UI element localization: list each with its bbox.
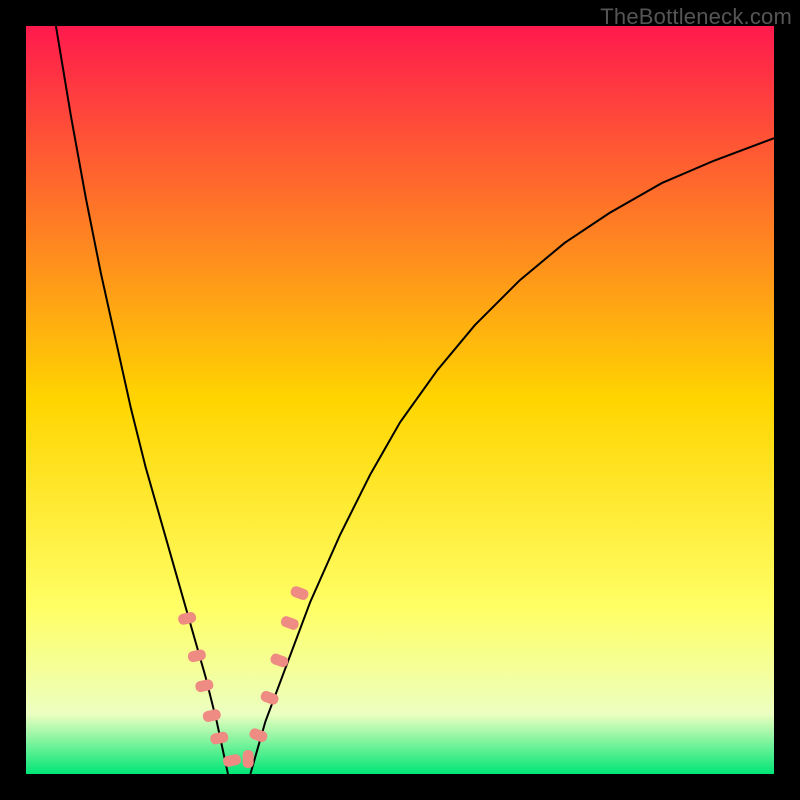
chart-svg	[26, 26, 774, 774]
data-marker	[243, 750, 254, 768]
chart-background	[26, 26, 774, 774]
chart-frame	[26, 26, 774, 774]
